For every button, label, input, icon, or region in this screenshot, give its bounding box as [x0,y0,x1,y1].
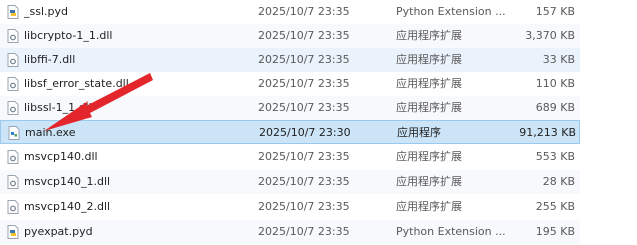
python-file-icon [7,225,19,239]
file-row[interactable]: libssl-1_1.dll 2025/10/7 23:35 应用程序扩展 68… [0,96,580,120]
file-date: 2025/10/7 23:35 [258,225,350,238]
file-name: main.exe [25,126,76,139]
file-name: libffi-7.dll [24,53,76,66]
file-name: libssl-1_1.dll [24,101,92,114]
file-size: 157 KB [535,5,575,18]
file-size: 689 KB [535,101,575,114]
file-date: 2025/10/7 23:35 [258,53,350,66]
file-row[interactable]: msvcp140_1.dll 2025/10/7 23:35 应用程序扩展 28… [0,170,580,194]
dll-file-icon [7,53,19,67]
file-date: 2025/10/7 23:35 [258,29,350,42]
file-date: 2025/10/7 23:30 [259,126,351,139]
scrollbar[interactable] [627,0,637,245]
file-name: libsf_error_state.dll [24,77,129,90]
file-size: 195 KB [535,225,575,238]
file-date: 2025/10/7 23:35 [258,101,350,114]
file-list: _ssl.pyd 2025/10/7 23:35 Python Extensio… [0,0,637,245]
file-size: 255 KB [535,200,575,213]
file-size: 33 KB [542,53,575,66]
dll-file-icon [7,175,19,189]
file-name: msvcp140_2.dll [24,200,111,213]
file-row[interactable]: libcrypto-1_1.dll 2025/10/7 23:35 应用程序扩展… [0,24,580,48]
dll-file-icon [7,200,19,214]
file-size: 3,370 KB [525,29,575,42]
file-row[interactable]: msvcp140.dll 2025/10/7 23:35 应用程序扩展 553 … [0,145,580,169]
file-size: 91,213 KB [519,126,576,139]
file-name: _ssl.pyd [24,5,68,18]
dll-file-icon [7,101,19,115]
file-date: 2025/10/7 23:35 [258,77,350,90]
file-date: 2025/10/7 23:35 [258,200,350,213]
file-name: pyexpat.pyd [24,225,93,238]
file-row[interactable]: libsf_error_state.dll 2025/10/7 23:35 应用… [0,72,580,96]
file-date: 2025/10/7 23:35 [258,150,350,163]
dll-file-icon [7,77,19,91]
file-name: msvcp140_1.dll [24,175,111,188]
file-row[interactable]: _ssl.pyd 2025/10/7 23:35 Python Extensio… [0,0,580,24]
file-row[interactable]: msvcp140_2.dll 2025/10/7 23:35 应用程序扩展 25… [0,195,580,219]
file-name: msvcp140.dll [24,150,98,163]
file-size: 553 KB [535,150,575,163]
file-row[interactable]: pyexpat.pyd 2025/10/7 23:35 Python Exten… [0,220,580,244]
file-row-selected[interactable]: main.exe 2025/10/7 23:30 应用程序 91,213 KB [0,120,580,144]
file-date: 2025/10/7 23:35 [258,5,350,18]
file-size: 28 KB [542,175,575,188]
dll-file-icon [7,150,19,164]
exe-file-icon [8,126,20,140]
file-size: 110 KB [535,77,575,90]
file-name: libcrypto-1_1.dll [24,29,113,42]
dll-file-icon [7,29,19,43]
file-row[interactable]: libffi-7.dll 2025/10/7 23:35 应用程序扩展 33 K… [0,48,580,72]
python-file-icon [7,5,19,19]
file-date: 2025/10/7 23:35 [258,175,350,188]
